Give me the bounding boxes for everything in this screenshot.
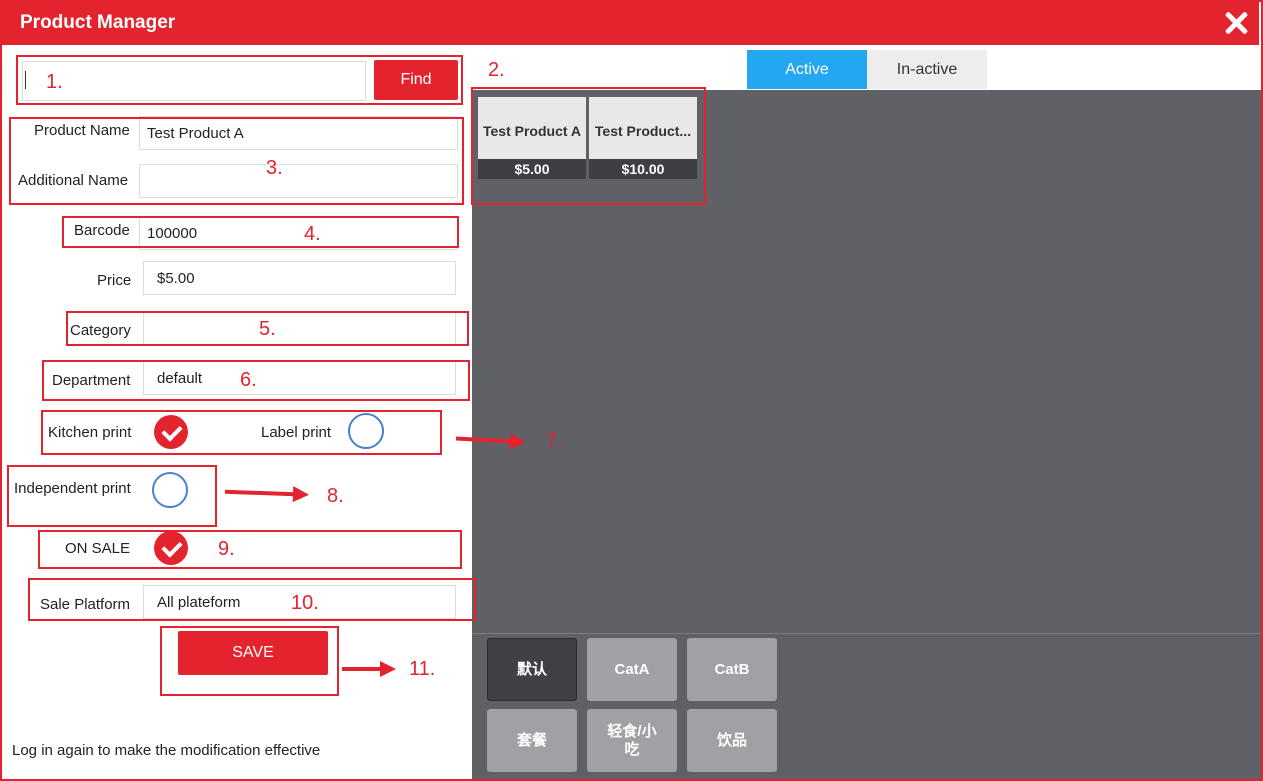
window-title: Product Manager bbox=[20, 12, 176, 33]
category-button-catb[interactable]: CatB bbox=[687, 638, 777, 701]
tab-active[interactable]: Active bbox=[747, 50, 867, 89]
annotation-number-10: 10. bbox=[291, 592, 319, 614]
annotation-number-3: 3. bbox=[266, 157, 283, 179]
footer-note: Log in again to make the modification ef… bbox=[12, 742, 321, 759]
annotation-box-7 bbox=[41, 410, 442, 455]
annotation-number-6: 6. bbox=[240, 369, 257, 391]
annotation-number-4: 4. bbox=[304, 223, 321, 245]
annotation-box-11 bbox=[160, 626, 339, 696]
category-button-set-meal[interactable]: 套餐 bbox=[487, 709, 577, 772]
annotation-box-2 bbox=[471, 87, 706, 205]
annotation-box-9 bbox=[38, 530, 462, 569]
annotation-box-1 bbox=[16, 55, 463, 105]
annotation-number-5: 5. bbox=[259, 318, 276, 340]
close-icon[interactable] bbox=[1221, 8, 1251, 38]
annotation-number-8: 8. bbox=[327, 485, 344, 507]
annotation-box-3 bbox=[9, 117, 464, 205]
category-button-snacks[interactable]: 轻食/小吃 bbox=[587, 709, 677, 772]
tab-inactive[interactable]: In-active bbox=[867, 50, 987, 89]
annotation-box-4 bbox=[62, 216, 459, 248]
annotation-number-9: 9. bbox=[218, 538, 235, 560]
category-button-default[interactable]: 默认 bbox=[487, 638, 577, 701]
price-label: Price bbox=[97, 272, 132, 289]
annotation-number-1: 1. bbox=[46, 71, 63, 93]
annotation-box-10 bbox=[28, 578, 476, 621]
annotation-number-11: 11. bbox=[409, 658, 436, 680]
annotation-arrow-11 bbox=[342, 661, 396, 677]
price-field[interactable] bbox=[143, 261, 456, 295]
category-button-cata[interactable]: CatA bbox=[587, 638, 677, 701]
category-button-drinks[interactable]: 饮品 bbox=[687, 709, 777, 772]
annotation-number-2: 2. bbox=[488, 59, 505, 81]
annotation-number-7: 7. bbox=[546, 430, 563, 452]
title-bar: Product Manager bbox=[0, 0, 1259, 45]
annotation-box-8 bbox=[7, 465, 217, 527]
category-divider bbox=[472, 633, 1261, 634]
